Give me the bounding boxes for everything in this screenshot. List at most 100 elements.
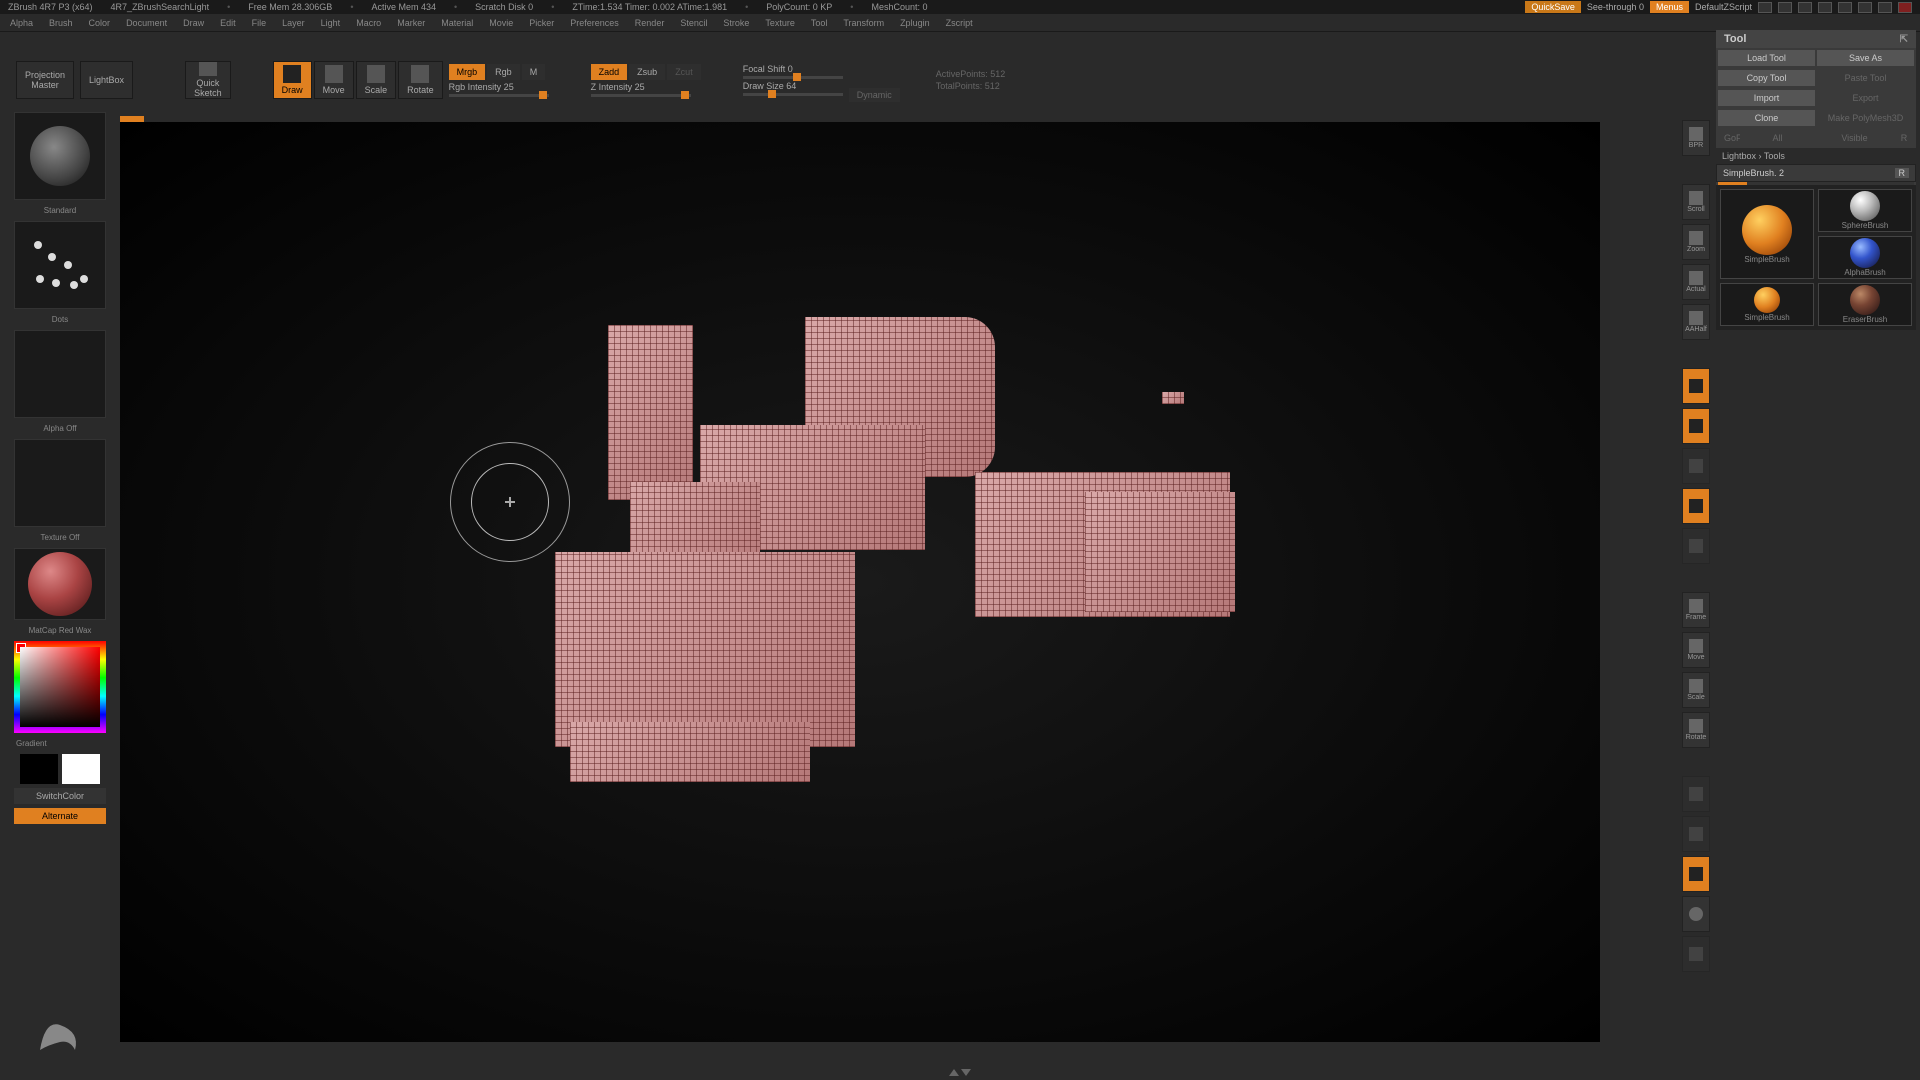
copy-tool-button[interactable]: Copy Tool [1718, 70, 1815, 86]
canvas-scroll-indicator[interactable] [949, 1069, 971, 1076]
menu-file[interactable]: File [252, 18, 267, 28]
alternate-button[interactable]: Alternate [14, 808, 106, 824]
draw-size-slider[interactable]: Draw Size 64 [743, 81, 843, 96]
frame-button[interactable]: Frame [1682, 592, 1710, 628]
local-button[interactable] [1682, 448, 1710, 484]
menu-zplugin[interactable]: Zplugin [900, 18, 930, 28]
menu-stencil[interactable]: Stencil [680, 18, 707, 28]
window-icon-5[interactable] [1838, 2, 1852, 13]
rotate-mode-button[interactable]: Rotate [398, 61, 443, 99]
window-icon-3[interactable] [1798, 2, 1812, 13]
rgb-intensity-slider[interactable]: Rgb Intensity 25 [449, 82, 549, 97]
lightbox-tools-section[interactable]: Lightbox › Tools [1716, 148, 1916, 164]
quicksave-button[interactable]: QuickSave [1525, 1, 1581, 13]
mrgb-toggle[interactable]: Mrgb [449, 64, 486, 80]
swatch-black[interactable] [20, 754, 58, 784]
save-as-button[interactable]: Save As [1817, 50, 1914, 66]
menu-texture[interactable]: Texture [765, 18, 795, 28]
menu-zscript[interactable]: Zscript [946, 18, 973, 28]
scale-mode-button[interactable]: Scale [356, 61, 397, 99]
default-script[interactable]: DefaultZScript [1695, 2, 1752, 12]
rgb-toggle[interactable]: Rgb [487, 64, 520, 80]
material-selector[interactable] [14, 548, 106, 620]
draw-mode-button[interactable]: Draw [273, 61, 312, 99]
actual-button[interactable]: Actual [1682, 264, 1710, 300]
menu-preferences[interactable]: Preferences [570, 18, 619, 28]
texture-selector[interactable] [14, 439, 106, 527]
axis-button[interactable] [1682, 528, 1710, 564]
nav-scale-button[interactable]: Scale [1682, 672, 1710, 708]
m-toggle[interactable]: M [522, 64, 546, 80]
lframe-button[interactable] [1682, 488, 1710, 524]
menu-tool[interactable]: Tool [811, 18, 828, 28]
nav-rotate-button[interactable]: Rotate [1682, 712, 1710, 748]
zsub-toggle[interactable]: Zsub [629, 64, 665, 80]
switchcolor-button[interactable]: SwitchColor [14, 788, 106, 804]
import-button[interactable]: Import [1718, 90, 1815, 106]
z-intensity-slider[interactable]: Z Intensity 25 [591, 82, 691, 97]
nav-move-button[interactable]: Move [1682, 632, 1710, 668]
xpose-button[interactable] [1682, 936, 1710, 972]
floor-button[interactable] [1682, 408, 1710, 444]
menu-draw[interactable]: Draw [183, 18, 204, 28]
menu-transform[interactable]: Transform [843, 18, 884, 28]
tool-thumb-eraser[interactable]: EraserBrush [1818, 283, 1912, 326]
menus-toggle[interactable]: Menus [1650, 1, 1689, 13]
stroke-selector[interactable] [14, 221, 106, 309]
swatch-white[interactable] [62, 754, 100, 784]
window-icon-4[interactable] [1818, 2, 1832, 13]
menu-layer[interactable]: Layer [282, 18, 305, 28]
menu-edit[interactable]: Edit [220, 18, 236, 28]
viewport-canvas[interactable] [120, 122, 1600, 1042]
tool-panel-title[interactable]: Tool⇱ [1716, 30, 1916, 48]
menu-marker[interactable]: Marker [397, 18, 425, 28]
bpr-button[interactable]: BPR [1682, 120, 1710, 156]
color-picker[interactable] [14, 641, 106, 733]
active-tool-name[interactable]: SimpleBrush. 2R [1716, 164, 1916, 182]
zoom-button[interactable]: Zoom [1682, 224, 1710, 260]
alpha-selector[interactable] [14, 330, 106, 418]
menu-brush[interactable]: Brush [49, 18, 73, 28]
focal-shift-slider[interactable]: Focal Shift 0 [743, 64, 843, 79]
menu-render[interactable]: Render [635, 18, 665, 28]
window-icon-1[interactable] [1758, 2, 1772, 13]
color-field[interactable] [20, 647, 100, 727]
menu-alpha[interactable]: Alpha [10, 18, 33, 28]
load-tool-button[interactable]: Load Tool [1718, 50, 1815, 66]
undock-icon[interactable]: ⇱ [1900, 34, 1908, 45]
menu-stroke[interactable]: Stroke [723, 18, 749, 28]
brush-selector[interactable] [14, 112, 106, 200]
tool-thumb-alpha[interactable]: AlphaBrush [1818, 236, 1912, 279]
tool-thumb-simple[interactable]: SimpleBrush [1720, 283, 1814, 326]
menu-movie[interactable]: Movie [489, 18, 513, 28]
r-indicator[interactable]: R [1895, 168, 1910, 178]
lightbox-button[interactable]: LightBox [80, 61, 133, 99]
menu-picker[interactable]: Picker [529, 18, 554, 28]
zcut-toggle[interactable]: Zcut [667, 64, 701, 80]
tool-thumb-active[interactable]: SimpleBrush [1720, 189, 1814, 279]
polyf-button[interactable] [1682, 776, 1710, 812]
solo-button[interactable] [1682, 896, 1710, 932]
menu-document[interactable]: Document [126, 18, 167, 28]
scroll-button[interactable]: Scroll [1682, 184, 1710, 220]
dynamic-label[interactable]: Dynamic [849, 88, 900, 102]
menu-macro[interactable]: Macro [356, 18, 381, 28]
menu-material[interactable]: Material [441, 18, 473, 28]
window-icon-2[interactable] [1778, 2, 1792, 13]
clone-button[interactable]: Clone [1718, 110, 1815, 126]
seethrough-label[interactable]: See-through 0 [1587, 2, 1644, 12]
gradient-label[interactable]: Gradient [14, 737, 106, 750]
menu-color[interactable]: Color [89, 18, 111, 28]
window-minimize[interactable] [1858, 2, 1872, 13]
menu-light[interactable]: Light [321, 18, 341, 28]
window-maximize[interactable] [1878, 2, 1892, 13]
zadd-toggle[interactable]: Zadd [591, 64, 628, 80]
move-mode-button[interactable]: Move [314, 61, 354, 99]
window-close[interactable] [1898, 2, 1912, 13]
projection-master-button[interactable]: Projection Master [16, 61, 74, 99]
quicksketch-button[interactable]: Quick Sketch [185, 61, 231, 99]
aahalf-button[interactable]: AAHalf [1682, 304, 1710, 340]
ghost-button[interactable] [1682, 856, 1710, 892]
tool-thumb-sphere[interactable]: SphereBrush [1818, 189, 1912, 232]
persp-button[interactable] [1682, 368, 1710, 404]
